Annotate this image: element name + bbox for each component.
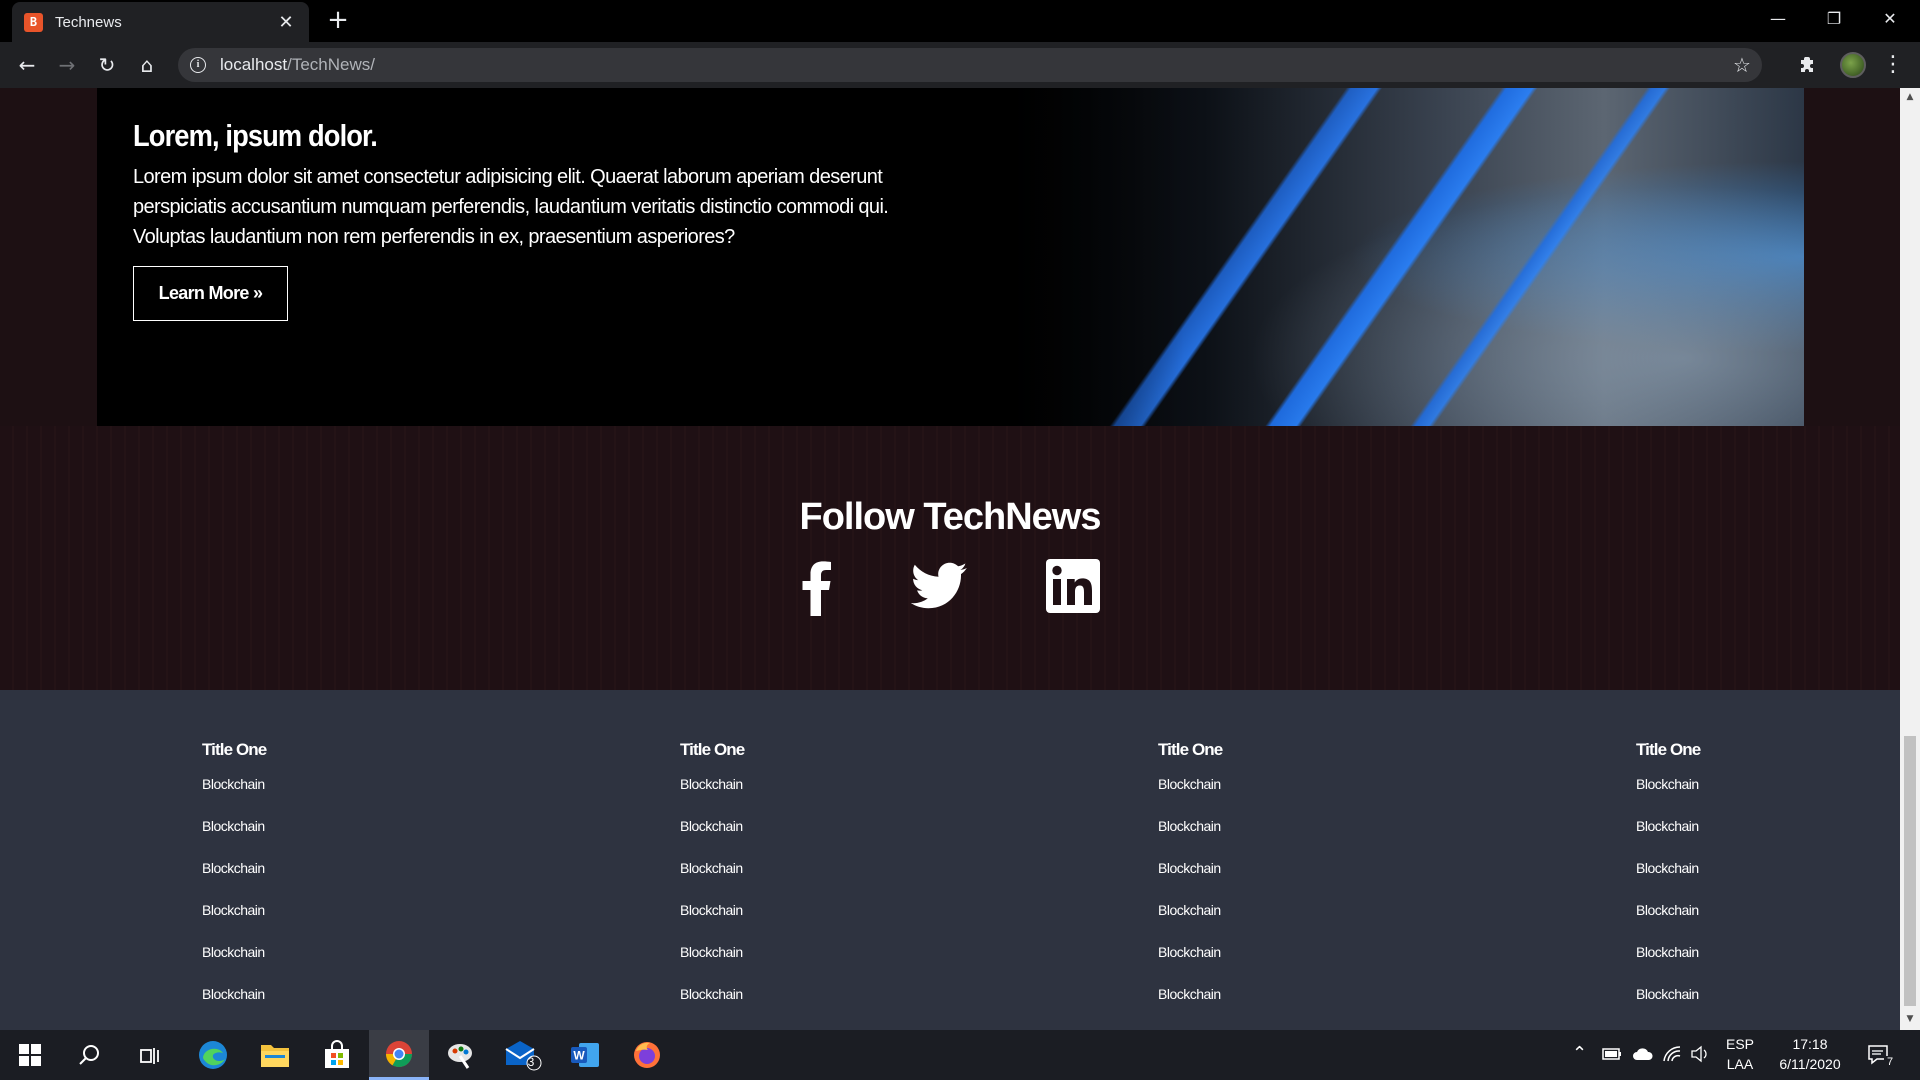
reload-button[interactable]: ↻ (92, 50, 122, 80)
facebook-icon[interactable] (788, 556, 848, 616)
microsoft-store-icon[interactable] (307, 1030, 367, 1080)
word-app-icon[interactable]: W (555, 1030, 615, 1080)
forward-button[interactable]: → (52, 50, 82, 80)
footer-column-title: Title One (1158, 740, 1223, 759)
footer-link[interactable]: Blockchain (1636, 860, 1699, 876)
volume-icon[interactable] (1690, 1045, 1710, 1063)
browser-menu-icon[interactable]: ⋮ (1882, 50, 1904, 80)
close-window-button[interactable]: ✕ (1862, 0, 1918, 40)
minimize-button[interactable]: — (1750, 0, 1806, 40)
footer-link[interactable]: Blockchain (202, 902, 265, 918)
windows-start-icon[interactable] (0, 1030, 60, 1080)
learn-more-button[interactable]: Learn More » (133, 266, 288, 321)
footer-link[interactable]: Blockchain (202, 776, 265, 792)
search-icon[interactable] (60, 1030, 120, 1080)
footer-link[interactable]: Blockchain (680, 986, 743, 1002)
edge-browser-icon[interactable] (183, 1030, 243, 1080)
footer-link[interactable]: Blockchain (1158, 986, 1221, 1002)
footer-link[interactable]: Blockchain (680, 818, 743, 834)
onedrive-cloud-icon[interactable] (1632, 1046, 1654, 1062)
hero-title: Lorem, ipsum dolor. (133, 118, 378, 153)
footer-link[interactable]: Blockchain (1158, 944, 1221, 960)
hero-banner: Lorem, ipsum dolor. Lorem ipsum dolor si… (97, 88, 1804, 426)
site-favicon-icon: B (24, 12, 43, 32)
extensions-puzzle-icon[interactable] (1798, 55, 1818, 75)
footer-link[interactable]: Blockchain (202, 860, 265, 876)
close-tab-icon[interactable]: ✕ (275, 12, 297, 33)
footer-link[interactable]: Blockchain (680, 860, 743, 876)
footer-link[interactable]: Blockchain (1636, 818, 1699, 834)
svg-text:W: W (573, 1049, 585, 1063)
back-button[interactable]: ← (12, 50, 42, 80)
footer-link[interactable]: Blockchain (680, 944, 743, 960)
footer-link[interactable]: Blockchain (680, 776, 743, 792)
chrome-browser-icon[interactable] (369, 1030, 429, 1080)
url-text[interactable]: localhost/TechNews/ (220, 55, 1722, 75)
footer-link[interactable]: Blockchain (1636, 986, 1699, 1002)
site-info-icon[interactable]: i (190, 57, 206, 73)
file-explorer-icon[interactable] (245, 1030, 305, 1080)
footer-link[interactable]: Blockchain (1158, 776, 1221, 792)
footer-link[interactable]: Blockchain (202, 818, 265, 834)
browser-tab-strip: B Technews ✕ + — ❐ ✕ (0, 0, 1920, 42)
follow-section: Follow TechNews (0, 426, 1900, 690)
tab-technews[interactable]: B Technews ✕ (12, 2, 309, 42)
tab-title: Technews (55, 13, 122, 31)
mail-icon[interactable]: 3 (493, 1030, 553, 1080)
windows-taskbar: 3 W ⌃ ESP LAA 17:18 6/11/2020 7 (0, 1030, 1920, 1080)
wifi-icon[interactable] (1662, 1045, 1682, 1063)
hero-content: Lorem, ipsum dolor. Lorem ipsum dolor si… (133, 118, 963, 321)
mail-badge: 3 (527, 1055, 535, 1069)
language-indicator-bottom[interactable]: LAA (1720, 1056, 1760, 1072)
clock-date[interactable]: 6/11/2020 (1770, 1056, 1850, 1072)
footer-link[interactable]: Blockchain (1636, 902, 1699, 918)
footer-link[interactable]: Blockchain (1158, 902, 1221, 918)
footer-column-title: Title One (680, 740, 745, 759)
battery-icon[interactable] (1602, 1047, 1622, 1061)
twitter-icon[interactable] (910, 556, 970, 616)
show-hidden-icons-chevron-icon[interactable]: ⌃ (1572, 1043, 1587, 1064)
linkedin-icon[interactable] (1043, 556, 1103, 616)
site-footer: Title One Blockchain Blockchain Blockcha… (0, 690, 1900, 1030)
scroll-down-arrow-icon[interactable]: ▼ (1904, 1014, 1916, 1024)
clock-time[interactable]: 17:18 (1770, 1036, 1850, 1052)
follow-title: Follow TechNews (799, 496, 1101, 538)
browser-toolbar: ← → ↻ ⌂ i localhost/TechNews/ ☆ ⋮ (0, 42, 1920, 88)
profile-avatar[interactable] (1840, 52, 1866, 78)
notification-count: 7 (1884, 1056, 1896, 1068)
language-indicator-top[interactable]: ESP (1720, 1036, 1760, 1052)
address-bar[interactable]: i localhost/TechNews/ ☆ (178, 48, 1762, 82)
task-view-icon[interactable] (120, 1030, 180, 1080)
paint-app-icon[interactable] (431, 1030, 491, 1080)
footer-link[interactable]: Blockchain (680, 902, 743, 918)
page-viewport: Lorem, ipsum dolor. Lorem ipsum dolor si… (0, 88, 1900, 1030)
scroll-up-arrow-icon[interactable]: ▲ (1904, 92, 1916, 102)
bookmark-star-icon[interactable]: ☆ (1722, 53, 1762, 77)
footer-column-title: Title One (1636, 740, 1701, 759)
page-scrollbar[interactable]: ▲ ▼ (1900, 88, 1920, 1030)
home-button[interactable]: ⌂ (132, 50, 162, 80)
new-tab-button[interactable]: + (323, 6, 353, 36)
scrollbar-thumb[interactable] (1904, 736, 1916, 1006)
footer-column-title: Title One (202, 740, 267, 759)
footer-link[interactable]: Blockchain (1158, 860, 1221, 876)
footer-link[interactable]: Blockchain (202, 986, 265, 1002)
restore-button[interactable]: ❐ (1806, 0, 1862, 40)
footer-link[interactable]: Blockchain (1636, 944, 1699, 960)
hero-description: Lorem ipsum dolor sit amet consectetur a… (133, 166, 889, 248)
footer-link[interactable]: Blockchain (1158, 818, 1221, 834)
footer-link[interactable]: Blockchain (1636, 776, 1699, 792)
firefox-icon[interactable] (617, 1030, 677, 1080)
footer-link[interactable]: Blockchain (202, 944, 265, 960)
